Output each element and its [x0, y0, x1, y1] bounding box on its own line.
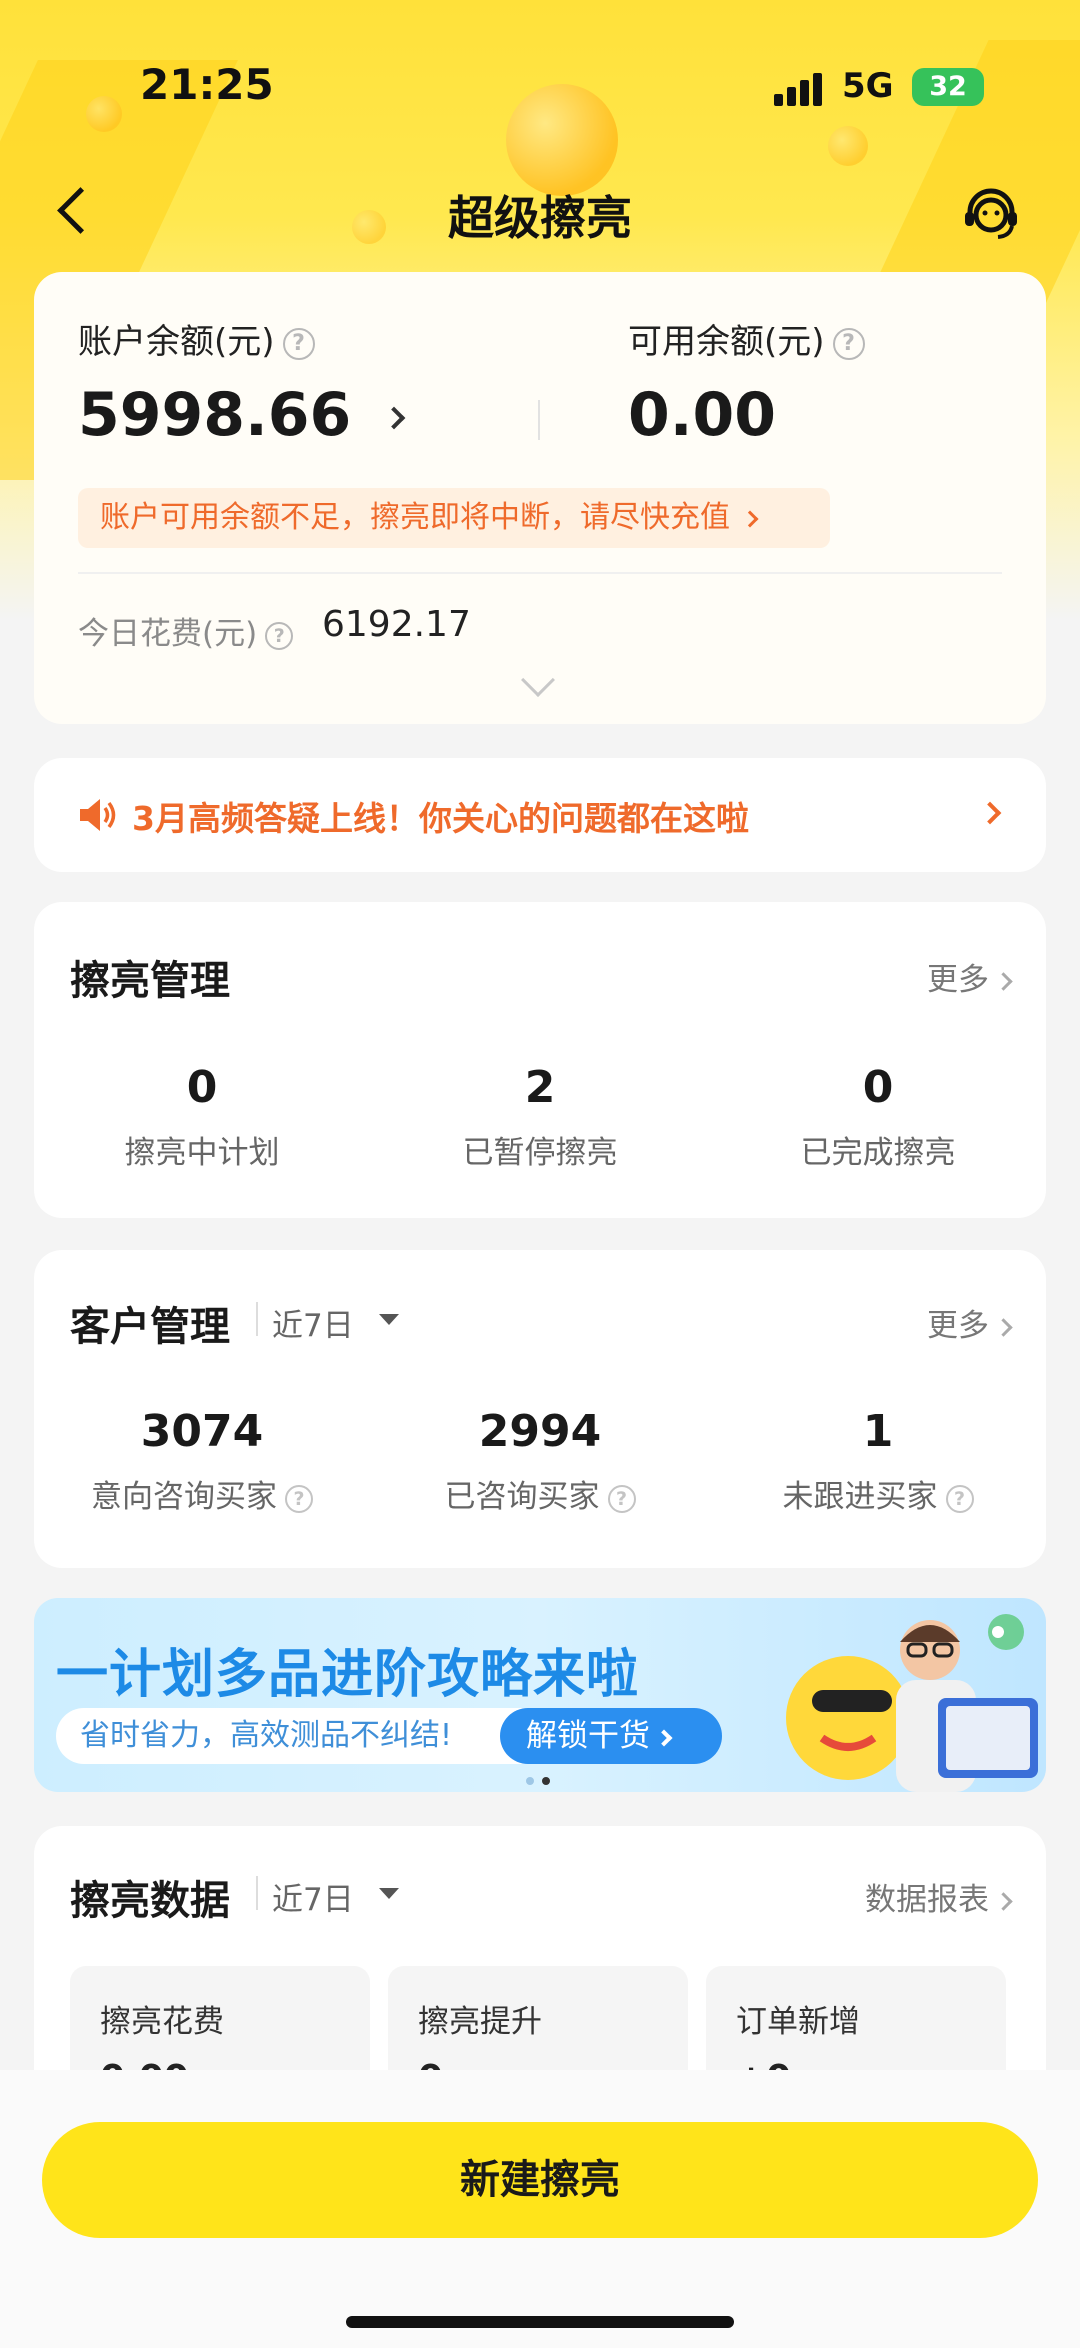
caret-down-icon[interactable]: [379, 1314, 399, 1325]
unlock-button[interactable]: 解锁干货: [500, 1708, 722, 1764]
stat-intent-buyers[interactable]: 3074 意向咨询买家?: [37, 1406, 367, 1516]
today-spend-label: 今日花费(元)?: [78, 608, 294, 653]
banner-title: 一计划多品进阶攻略来啦: [56, 1645, 640, 1705]
chevron-right-icon: [994, 972, 1013, 991]
status-time: 21:25: [140, 60, 274, 109]
caret-down-icon[interactable]: [379, 1888, 399, 1899]
data-report-link[interactable]: 数据报表: [865, 1874, 1013, 1919]
available-balance-value: 0.00: [628, 380, 777, 450]
help-icon[interactable]: ?: [285, 1484, 313, 1513]
notice-text: 3月高频答疑上线！你关心的问题都在这啦: [132, 799, 749, 838]
section-title: 擦亮管理: [70, 958, 230, 1004]
help-icon[interactable]: ?: [607, 1484, 636, 1513]
chevron-right-icon: [741, 510, 759, 527]
recharge-warning[interactable]: 账户可用余额不足，擦亮即将中断，请尽快充值: [78, 488, 830, 548]
divider: [256, 1302, 258, 1336]
more-link[interactable]: 更多: [927, 1300, 1013, 1345]
stat-value: 0: [186, 1062, 218, 1113]
stat-paused[interactable]: 2 已暂停擦亮: [375, 1062, 705, 1172]
period-selector[interactable]: 近7日: [272, 1300, 354, 1345]
account-balance-value[interactable]: 5998.66: [78, 380, 406, 450]
chevron-right-icon: [382, 407, 406, 430]
stat-completed[interactable]: 0 已完成擦亮: [713, 1062, 1043, 1172]
stat-value: 3074: [140, 1406, 264, 1457]
banner-illustration: [786, 1614, 1038, 1792]
network-type: 5G: [842, 66, 894, 106]
stat-label: 已完成擦亮: [800, 1135, 956, 1171]
polish-management-card: 擦亮管理 更多 0 擦亮中计划 2 已暂停擦亮 0 已完成擦亮: [34, 902, 1046, 1218]
stat-label: 未跟进买家: [782, 1479, 938, 1515]
notice-bar[interactable]: 3月高频答疑上线！你关心的问题都在这啦: [34, 758, 1046, 872]
divider: [78, 572, 1002, 574]
expand-chevron-icon[interactable]: [521, 663, 555, 697]
chevron-right-icon: [978, 801, 1002, 825]
section-title: 擦亮数据: [70, 1878, 230, 1924]
chevron-right-icon: [994, 1892, 1013, 1911]
kpi-label: 订单新增: [736, 2004, 860, 2040]
available-balance-label: 可用余额(元)?: [628, 314, 865, 363]
help-icon[interactable]: ?: [265, 621, 294, 650]
stat-value: 2994: [478, 1406, 602, 1457]
page-title: 超级擦亮: [448, 191, 632, 245]
section-title: 客户管理: [70, 1304, 230, 1350]
data-report-link-text: 数据报表: [865, 1882, 989, 1918]
unlock-button-label: 解锁干货: [526, 1718, 650, 1754]
stat-label: 意向咨询买家: [91, 1479, 277, 1515]
signal-icon: [774, 72, 824, 106]
stat-label: 擦亮中计划: [124, 1135, 280, 1171]
available-balance-label-text: 可用余额(元): [628, 322, 825, 362]
today-spend-label-text: 今日花费(元): [78, 616, 258, 652]
more-link-text: 更多: [927, 1308, 989, 1344]
stat-value: 2: [524, 1062, 556, 1113]
stat-value: 1: [862, 1406, 894, 1457]
kpi-label: 擦亮花费: [100, 2004, 224, 2040]
customer-service-button[interactable]: [960, 184, 1022, 246]
more-link[interactable]: 更多: [927, 954, 1013, 999]
speaker-icon: [80, 799, 116, 831]
chevron-right-icon: [994, 1318, 1013, 1337]
period-selector[interactable]: 近7日: [272, 1874, 354, 1919]
stat-label: 已暂停擦亮: [462, 1135, 618, 1171]
stat-label: 已咨询买家: [444, 1479, 600, 1515]
account-balance-amount: 5998.66: [78, 380, 352, 450]
kpi-label: 擦亮提升: [418, 2004, 542, 2040]
balance-card: 账户余额(元)? 5998.66 可用余额(元)? 0.00 账户可用余额不足，…: [34, 272, 1046, 724]
status-bar: 21:25 5G 32: [0, 0, 1080, 170]
stat-active-plans[interactable]: 0 擦亮中计划: [37, 1062, 367, 1172]
help-icon[interactable]: ?: [282, 327, 315, 360]
promo-banner[interactable]: 一计划多品进阶攻略来啦 省时省力，高效测品不纠结! 解锁干货: [34, 1598, 1046, 1792]
help-icon[interactable]: ?: [832, 327, 865, 360]
carousel-indicator: [526, 1770, 558, 1789]
divider: [538, 400, 540, 440]
help-icon[interactable]: ?: [945, 1484, 974, 1513]
account-balance-label-text: 账户余额(元): [78, 322, 275, 362]
new-polish-button[interactable]: 新建擦亮: [42, 2122, 1038, 2238]
customer-management-card: 客户管理 近7日 更多 3074 意向咨询买家? 2994 已咨询买家? 1 未…: [34, 1250, 1046, 1568]
banner-subtitle-text: 省时省力，高效测品不纠结!: [80, 1718, 453, 1753]
customer-service-icon: [965, 188, 1017, 239]
home-indicator[interactable]: [346, 2316, 734, 2328]
stat-value: 0: [862, 1062, 894, 1113]
today-spend-value: 6192.17: [322, 604, 471, 645]
battery-level: 32: [929, 71, 967, 102]
stat-unfollowed-buyers[interactable]: 1 未跟进买家?: [713, 1406, 1043, 1516]
stat-consulted-buyers[interactable]: 2994 已咨询买家?: [375, 1406, 705, 1516]
recharge-warning-text: 账户可用余额不足，擦亮即将中断，请尽快充值: [100, 500, 730, 535]
divider: [256, 1876, 258, 1910]
account-balance-label: 账户余额(元)?: [78, 314, 315, 363]
more-link-text: 更多: [927, 962, 989, 998]
battery-icon: 32: [912, 68, 984, 106]
chevron-right-icon: [655, 1729, 673, 1746]
